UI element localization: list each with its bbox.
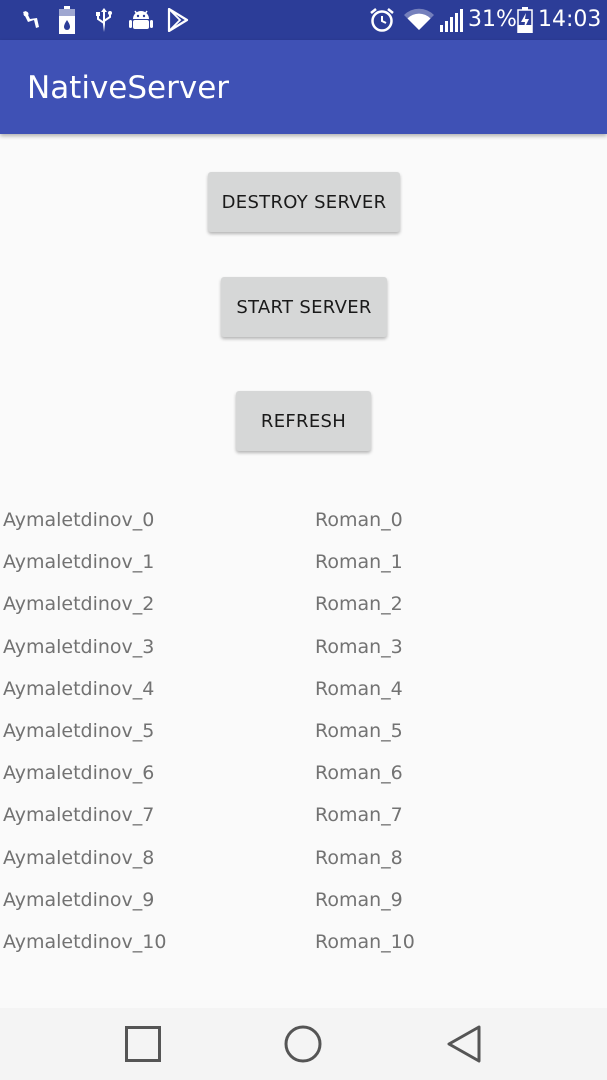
list-item-firstname: Roman_1	[315, 551, 403, 574]
battery-percent: 31%	[468, 7, 517, 32]
battery-saver-icon	[56, 6, 78, 34]
list-item-surname: Aymaletdinov_9	[3, 888, 155, 911]
status-bar: 31% 14:03	[0, 0, 607, 40]
list-item-firstname: Roman_8	[315, 846, 403, 869]
play-store-icon	[166, 6, 190, 34]
list-item: Aymaletdinov_1 Roman_1	[0, 541, 607, 583]
navigation-bar	[0, 1008, 607, 1080]
list-item-firstname: Roman_9	[315, 888, 403, 911]
list-item-firstname: Roman_7	[315, 804, 403, 827]
list-item-surname: Aymaletdinov_5	[3, 719, 155, 742]
start-server-button[interactable]: START SERVER	[221, 277, 387, 337]
app-title: NativeServer	[27, 70, 230, 106]
list-item: Aymaletdinov_8 Roman_8	[0, 837, 607, 879]
recents-icon[interactable]	[121, 1022, 165, 1066]
list-item: Aymaletdinov_9 Roman_9	[0, 879, 607, 921]
app-bar: NativeServer	[0, 40, 607, 134]
back-icon[interactable]	[442, 1022, 486, 1066]
notification-app-icon	[18, 6, 44, 34]
list-item: Aymaletdinov_6 Roman_6	[0, 752, 607, 794]
list-item-firstname: Roman_0	[315, 509, 403, 531]
list-item-firstname: Roman_2	[315, 593, 403, 616]
list-item: Aymaletdinov_3 Roman_3	[0, 626, 607, 668]
signal-icon	[438, 6, 464, 34]
alarm-icon	[368, 6, 396, 34]
home-icon[interactable]	[281, 1022, 325, 1066]
list-item-surname: Aymaletdinov_3	[3, 635, 155, 658]
list-item: Aymaletdinov_5 Roman_5	[0, 710, 607, 752]
battery-charging-icon	[516, 6, 534, 34]
list-item-firstname: Roman_4	[315, 677, 403, 700]
list-item: Aymaletdinov_10 Roman_10	[0, 921, 607, 963]
list-item-firstname: Roman_3	[315, 635, 403, 658]
refresh-button[interactable]: REFRESH	[236, 391, 371, 451]
clock: 14:03	[538, 7, 602, 32]
list-item-surname: Aymaletdinov_0	[3, 509, 155, 531]
list-item-surname: Aymaletdinov_7	[3, 804, 155, 827]
usb-icon	[93, 6, 115, 34]
list-item: Aymaletdinov_7 Roman_7	[0, 794, 607, 836]
list-item-surname: Aymaletdinov_4	[3, 677, 155, 700]
list-item-surname: Aymaletdinov_6	[3, 762, 155, 785]
wifi-icon	[404, 6, 434, 34]
list-item-surname: Aymaletdinov_10	[3, 930, 167, 953]
list-item-surname: Aymaletdinov_2	[3, 593, 155, 616]
name-list: Aymaletdinov_0 Roman_0 Aymaletdinov_1 Ro…	[0, 499, 607, 963]
list-item-firstname: Roman_10	[315, 930, 415, 953]
list-item-firstname: Roman_5	[315, 719, 403, 742]
list-item-firstname: Roman_6	[315, 762, 403, 785]
list-item: Aymaletdinov_4 Roman_4	[0, 668, 607, 710]
list-item: Aymaletdinov_0 Roman_0	[0, 499, 607, 541]
destroy-server-button[interactable]: DESTROY SERVER	[208, 172, 400, 232]
list-item-surname: Aymaletdinov_1	[3, 551, 155, 574]
list-item-surname: Aymaletdinov_8	[3, 846, 155, 869]
list-item: Aymaletdinov_2 Roman_2	[0, 583, 607, 625]
android-debug-icon	[128, 6, 154, 34]
